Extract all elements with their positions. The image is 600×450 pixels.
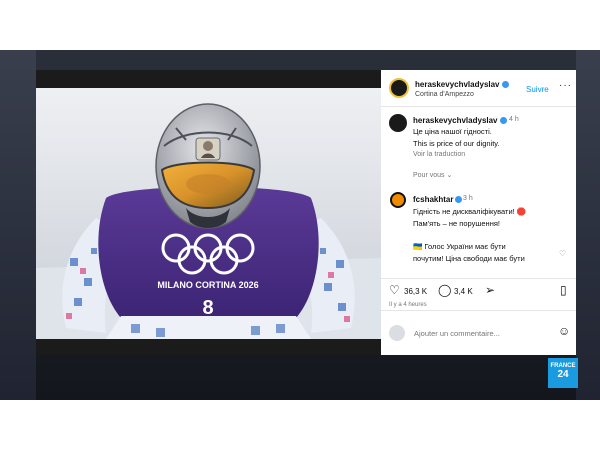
chevron-down-icon: ⌄: [446, 172, 453, 179]
bib-number: 8: [202, 297, 213, 319]
background-blur-right: [576, 50, 600, 400]
likes-count: 36,3 K: [404, 287, 428, 296]
france24-logo: FRANCE 24: [548, 358, 578, 388]
comment-line-2: Пам'ять – не порушення!: [413, 219, 500, 228]
for-you-dropdown[interactable]: Pour vous ⌄: [413, 171, 452, 179]
verified-badge-icon: [501, 81, 509, 88]
post-media[interactable]: MILANO CORTINA 2026 8: [36, 70, 381, 355]
post-actions: ♡ 36,3 K ◯ 3,4 K ➢ ▯ Il y a 4 heures: [381, 278, 576, 308]
comment-bar: Ajouter un commentaire... ☺: [381, 310, 576, 356]
comment-like-icon[interactable]: ♡: [559, 249, 566, 258]
athlete-photo: MILANO CORTINA 2026 8: [36, 88, 381, 339]
background-blur-left: [0, 50, 36, 400]
post-header: heraskevychvladyslav Cortina d'Ampezzo S…: [381, 70, 576, 107]
verified-badge-icon: [455, 196, 463, 203]
bookmark-icon[interactable]: ▯: [560, 283, 567, 297]
comment-input[interactable]: Ajouter un commentaire...: [414, 329, 500, 338]
caption-time: 4 h: [509, 116, 519, 123]
post-location[interactable]: Cortina d'Ampezzo: [415, 91, 474, 98]
emoji-icon[interactable]: ☺: [558, 324, 570, 338]
like-icon[interactable]: ♡: [389, 283, 400, 297]
see-translation-link[interactable]: Voir la traduction: [413, 151, 465, 158]
share-icon[interactable]: ➢: [485, 283, 495, 297]
comment-username[interactable]: fcshakhtar: [413, 195, 463, 204]
post-age: Il y a 4 heures: [389, 302, 427, 308]
verified-badge-icon: [499, 117, 507, 124]
comment-line-3: 🇺🇦 Голос України має бути: [413, 242, 506, 251]
caption-line-1: Це ціна нашої гідності.: [413, 127, 492, 136]
caption-avatar[interactable]: [389, 114, 407, 132]
post-side-panel: heraskevychvladyslav Cortina d'Ampezzo S…: [381, 70, 576, 355]
comments-count: 3,4 K: [454, 287, 473, 296]
user-avatar-placeholder: [389, 325, 405, 341]
author-username[interactable]: heraskevychvladyslav: [415, 80, 509, 89]
comment-line-1: Гідність не дискваліфікувати! 🛑: [413, 207, 527, 216]
comment-line-4: почутим! Ціна свободи має бути: [413, 254, 525, 263]
media-top-bar: [36, 70, 381, 88]
comment-icon[interactable]: ◯: [438, 283, 451, 297]
olympic-logo-text: MILANO CORTINA 2026: [157, 280, 258, 290]
caption-username[interactable]: heraskevychvladyslav: [413, 116, 507, 125]
comment-time: 3 h: [463, 195, 473, 202]
caption-line-2: This is price of our dignity.: [413, 139, 500, 148]
follow-button[interactable]: Suivre: [526, 85, 549, 94]
instagram-post: MILANO CORTINA 2026 8 heraskevychvladysl…: [36, 70, 576, 355]
author-avatar[interactable]: [389, 78, 409, 98]
media-bottom-bar: [36, 339, 381, 355]
video-frame: MILANO CORTINA 2026 8 heraskevychvladysl…: [0, 50, 600, 400]
shakhtar-avatar[interactable]: [390, 192, 406, 208]
more-dots-icon[interactable]: ···: [559, 80, 572, 91]
